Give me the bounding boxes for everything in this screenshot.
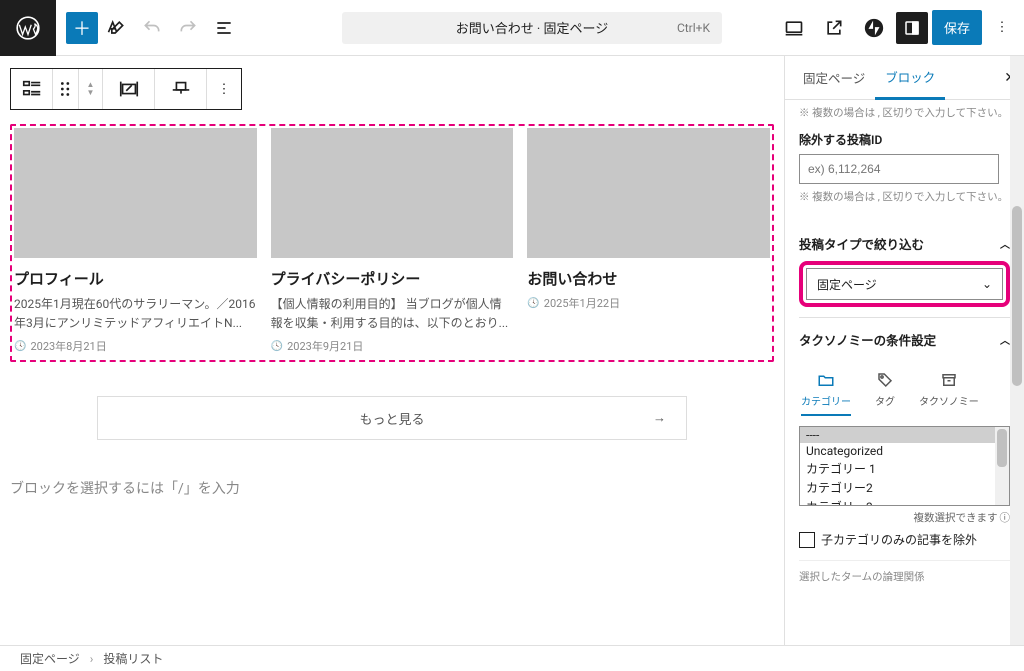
block-width-icon[interactable] (155, 69, 207, 109)
archive-icon (940, 371, 958, 389)
exclude-hint: ※ 複数の場合は , 区切りで入力して下さい。 (799, 190, 1010, 205)
post-title: お問い合わせ (527, 268, 770, 289)
block-type-icon[interactable] (11, 69, 53, 109)
breadcrumb-root[interactable]: 固定ページ (20, 650, 80, 667)
editor-canvas: ▲▼ ⋮ プロフィール 2025年1月現在60代のサラリーマン。／2016年3月… (0, 56, 784, 645)
options-menu-icon[interactable]: ⋮ (986, 12, 1018, 44)
post-title: プライバシーポリシー (271, 268, 514, 289)
term-relation-label: 選択したタームの論理関係 (799, 560, 1010, 584)
preview-external-icon[interactable] (816, 10, 852, 46)
block-toolbar: ▲▼ ⋮ (10, 68, 242, 110)
post-thumbnail (271, 128, 514, 258)
post-card[interactable]: プライバシーポリシー 【個人情報の利用目的】 当ブログが個人情報を収集・利用する… (271, 128, 514, 354)
breadcrumb-sep: › (90, 652, 94, 666)
jetpack-icon[interactable] (856, 10, 892, 46)
tax-tab-label: タグ (875, 393, 895, 408)
move-updown-icon[interactable]: ▲▼ (79, 69, 103, 109)
breadcrumb-current[interactable]: 投稿リスト (103, 650, 163, 667)
chevron-up-icon: ︿ (1000, 332, 1010, 347)
post-date: 2025年1月22日 (527, 295, 770, 311)
post-excerpt: 2025年1月現在60代のサラリーマン。／2016年3月にアンリミテッドアフィリ… (14, 295, 257, 332)
settings-toggle[interactable] (896, 12, 928, 44)
section-post-type-filter[interactable]: 投稿タイプで絞り込む ︿ (799, 222, 1010, 265)
document-title: お問い合わせ · 固定ページ (456, 18, 609, 37)
tax-tab-label: カテゴリー (801, 393, 851, 408)
load-more-button[interactable]: もっと見る → (97, 396, 687, 440)
sidebar-body: ※ 複数の場合は , 区切りで入力して下さい。 除外する投稿ID ※ 複数の場合… (785, 100, 1024, 584)
arrow-right-icon: → (653, 410, 666, 426)
post-type-select[interactable]: 固定ページ ⌄ (806, 268, 1003, 300)
block-more-icon[interactable]: ⋮ (207, 69, 241, 109)
post-title: プロフィール (14, 268, 257, 289)
list-option[interactable]: カテゴリー2 (800, 478, 1009, 497)
checkbox-icon[interactable] (799, 532, 815, 548)
sidebar-tabs: 固定ページ ブロック ✕ (785, 56, 1024, 100)
tag-icon (876, 371, 894, 389)
highlight-box: 固定ページ ⌄ (799, 261, 1010, 307)
post-thumbnail (527, 128, 770, 258)
list-option[interactable]: ---- (800, 427, 1009, 443)
list-option[interactable]: カテゴリー3 (800, 497, 1009, 506)
checkbox-label: 子カテゴリのみの記事を除外 (821, 531, 977, 548)
hint-text: ※ 複数の場合は , 区切りで入力して下さい。 (799, 106, 1010, 121)
post-card[interactable]: お問い合わせ 2025年1月22日 (527, 128, 770, 354)
topbar: ＋ お問い合わせ · 固定ページ Ctrl+K 保存 ⋮ (0, 0, 1024, 56)
category-listbox[interactable]: ---- Uncategorized カテゴリー 1 カテゴリー2 カテゴリー3 (799, 426, 1010, 506)
chevron-up-icon: ︿ (1000, 236, 1010, 251)
list-option[interactable]: カテゴリー 1 (800, 459, 1009, 478)
exclude-id-input[interactable] (799, 154, 999, 184)
post-date: 2023年8月21日 (14, 338, 257, 354)
breadcrumb: 固定ページ › 投稿リスト (0, 645, 1024, 671)
multi-select-hint: 複数選択できます ⓘ (799, 510, 1010, 525)
settings-sidebar: 固定ページ ブロック ✕ ※ 複数の場合は , 区切りで入力して下さい。 除外す… (784, 56, 1024, 645)
listbox-scrollbar[interactable] (995, 427, 1009, 505)
block-align-icon[interactable] (103, 69, 155, 109)
device-preview-icon[interactable] (776, 10, 812, 46)
post-thumbnail (14, 128, 257, 258)
main-layout: ▲▼ ⋮ プロフィール 2025年1月現在60代のサラリーマン。／2016年3月… (0, 56, 1024, 645)
tab-block[interactable]: ブロック (875, 56, 945, 100)
folder-icon (817, 371, 835, 389)
redo-icon[interactable] (170, 10, 206, 46)
edit-mode-icon[interactable] (98, 10, 134, 46)
section-label: 投稿タイプで絞り込む (799, 234, 924, 253)
post-excerpt: 【個人情報の利用目的】 当ブログが個人情報を収集・利用する目的は、以下のとおり.… (271, 295, 514, 332)
tax-tab-label: タクソノミー (919, 393, 979, 408)
tax-tab-tag[interactable]: タグ (875, 371, 895, 416)
taxonomy-tabs: カテゴリー タグ タクソノミー (799, 371, 1010, 416)
chevron-down-icon: ⌄ (982, 277, 992, 291)
sidebar-scrollbar[interactable] (1010, 56, 1024, 645)
tax-tab-category[interactable]: カテゴリー (801, 371, 851, 416)
help-icon[interactable]: ⓘ (1000, 510, 1011, 525)
post-list-block[interactable]: プロフィール 2025年1月現在60代のサラリーマン。／2016年3月にアンリミ… (10, 124, 774, 362)
list-option[interactable]: Uncategorized (800, 443, 1009, 459)
exclude-child-checkbox[interactable]: 子カテゴリのみの記事を除外 (799, 531, 1010, 548)
select-value: 固定ページ (817, 276, 877, 293)
add-block-button[interactable]: ＋ (66, 12, 98, 44)
topbar-right: 保存 ⋮ (776, 10, 1024, 46)
document-title-bar[interactable]: お問い合わせ · 固定ページ Ctrl+K (342, 12, 722, 44)
save-button[interactable]: 保存 (932, 10, 982, 45)
tax-tab-taxonomy[interactable]: タクソノミー (919, 371, 979, 416)
wp-logo[interactable] (0, 0, 56, 56)
undo-icon[interactable] (134, 10, 170, 46)
section-label: タクソノミーの条件設定 (799, 330, 936, 349)
exclude-id-label: 除外する投稿ID (799, 131, 1010, 148)
section-taxonomy[interactable]: タクソノミーの条件設定 ︿ (799, 317, 1010, 361)
block-placeholder[interactable]: ブロックを選択するには「/」を入力 (10, 478, 774, 498)
post-grid: プロフィール 2025年1月現在60代のサラリーマン。／2016年3月にアンリミ… (14, 128, 770, 354)
shortcut-hint: Ctrl+K (677, 21, 710, 35)
load-more-label: もっと見る (359, 409, 424, 428)
tab-page[interactable]: 固定ページ (793, 56, 875, 100)
document-outline-icon[interactable] (206, 10, 242, 46)
drag-handle-icon[interactable] (53, 69, 79, 109)
post-card[interactable]: プロフィール 2025年1月現在60代のサラリーマン。／2016年3月にアンリミ… (14, 128, 257, 354)
post-date: 2023年9月21日 (271, 338, 514, 354)
